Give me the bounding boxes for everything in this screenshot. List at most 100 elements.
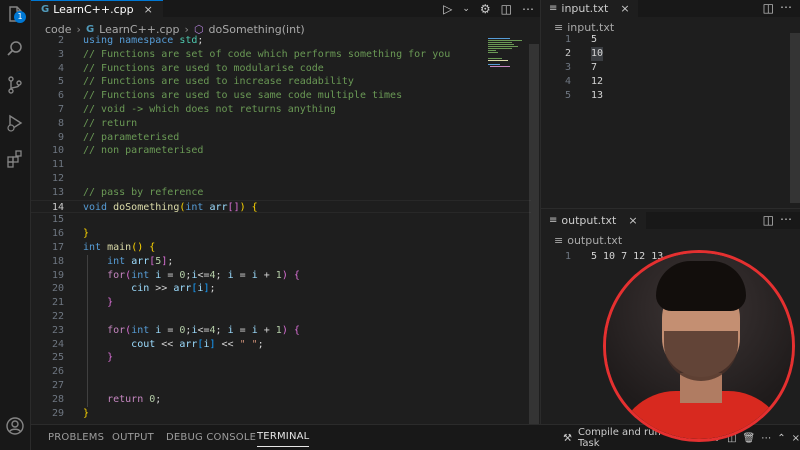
code-text: using namespace std; — [83, 35, 204, 46]
close-icon[interactable]: × — [792, 433, 800, 444]
run-icon[interactable]: ▷ — [443, 2, 452, 16]
code-text: for(int i = 0;i<=4; i = i + 1) { — [107, 269, 300, 281]
split-editor-icon[interactable]: ◫ — [501, 2, 512, 16]
code-line[interactable]: 22 — [31, 310, 531, 324]
text-file-icon: ≡ — [549, 215, 558, 226]
breadcrumb-file[interactable]: output.txt — [567, 234, 622, 247]
code-line[interactable]: 18 int arr[5]; — [31, 255, 531, 269]
code-line[interactable]: 5 // Functions are used to increase reada… — [31, 75, 531, 89]
source-control-badge: 1 — [14, 11, 26, 23]
code-line[interactable]: 9 // parameterised — [31, 131, 531, 145]
line-number: 27 — [51, 380, 64, 391]
line-number: 5 — [564, 90, 571, 101]
code-editor[interactable]: 2 using namespace std; 3 // Functions are s… — [31, 34, 531, 424]
tab-debug-console[interactable]: DEBUG CONSOLE — [166, 425, 256, 450]
code-line[interactable]: 15 — [31, 213, 531, 227]
more-actions-icon[interactable]: ⋯ — [522, 2, 534, 16]
line-number: 12 — [51, 173, 64, 184]
editor-scrollbar[interactable] — [529, 44, 539, 424]
chevron-down-icon[interactable]: ⌄ — [462, 4, 470, 14]
tab-problems[interactable]: PROBLEMS — [48, 425, 104, 450]
code-line[interactable]: 2 using namespace std; — [31, 34, 531, 48]
close-icon[interactable]: × — [144, 3, 153, 16]
code-line[interactable]: 3 // Functions are set of code which perf… — [31, 48, 531, 62]
gear-icon[interactable]: ⚙ — [480, 2, 491, 16]
line-number: 11 — [51, 159, 64, 171]
more-actions-icon[interactable]: ⋯ — [780, 0, 792, 14]
code-line[interactable]: 21 } — [31, 296, 531, 310]
minimap[interactable] — [484, 34, 524, 74]
code-line[interactable]: 27 — [31, 379, 531, 393]
code-line[interactable]: 11 — [31, 158, 531, 172]
line-number: 5 — [57, 76, 64, 88]
tab-output-txt[interactable]: ≡ output.txt × — [541, 212, 646, 229]
line-number: 15 — [51, 214, 64, 226]
code-line[interactable]: 26 — [31, 365, 531, 379]
text-line[interactable]: 2 10 — [541, 47, 781, 61]
channel-logo: TUF — [766, 417, 790, 430]
input-tab-bar: ≡ input.txt × ◫ ⋯ — [541, 0, 800, 17]
code-line[interactable]: 17 int main() { — [31, 241, 531, 255]
code-text: } — [83, 228, 90, 240]
code-line[interactable]: 4 // Functions are used to modularise cod… — [31, 62, 531, 76]
code-line[interactable]: 29} — [31, 407, 531, 421]
code-line[interactable]: 13 // pass by reference — [31, 186, 531, 200]
line-text: 7 — [591, 62, 598, 73]
tab-terminal[interactable]: TERMINAL — [257, 425, 310, 447]
presenter-hair — [656, 261, 746, 311]
more-actions-icon[interactable]: ⋯ — [780, 212, 792, 226]
pane-divider[interactable] — [541, 208, 800, 209]
code-text: // non parameterised — [83, 145, 204, 157]
close-icon[interactable]: × — [628, 214, 637, 227]
tab-label: output.txt — [561, 214, 617, 227]
activity-bar: 1 — [0, 0, 31, 450]
code-line[interactable]: 16} — [31, 227, 531, 241]
line-number: 29 — [51, 407, 64, 419]
code-line[interactable]: 14 void doSomething(int arr[]) { — [31, 199, 531, 214]
search-icon[interactable] — [4, 38, 26, 60]
line-number: 8 — [57, 117, 64, 129]
code-line[interactable]: 7 // void -> which does not returns anyth… — [31, 103, 531, 117]
line-number: 2 — [57, 35, 64, 46]
source-control-icon[interactable] — [4, 74, 26, 96]
account-icon[interactable] — [4, 415, 26, 437]
code-text: // void -> which does not returns anythi… — [83, 104, 336, 115]
line-number: 19 — [51, 269, 64, 281]
tab-learncpp[interactable]: G LearnC++.cpp × — [31, 0, 163, 17]
input-scrollbar[interactable] — [790, 33, 800, 203]
cpp-file-icon: G — [41, 3, 50, 15]
code-line[interactable]: 6 // Functions are used to use same code … — [31, 89, 531, 103]
close-icon[interactable]: × — [620, 2, 629, 15]
text-line[interactable]: 37 — [541, 61, 781, 75]
line-number: 1 — [564, 34, 571, 45]
tab-input-txt[interactable]: ≡ input.txt × — [541, 0, 638, 17]
text-line[interactable]: 5 13 — [541, 89, 781, 103]
code-text: return 0; — [107, 393, 162, 405]
code-text: // return — [83, 117, 138, 129]
output-breadcrumb: ≡ output.txt — [554, 234, 622, 247]
text-line[interactable]: 15 — [541, 33, 781, 47]
tools-icon: ⚒ — [563, 432, 572, 444]
code-line[interactable]: 23 for(int i = 0;i<=4; i = i + 1) { — [31, 324, 531, 338]
code-line[interactable]: 28 return 0; — [31, 393, 531, 407]
line-number: 1 — [564, 251, 571, 262]
code-line[interactable]: 12 — [31, 172, 531, 186]
tab-output[interactable]: OUTPUT — [112, 425, 154, 450]
run-debug-icon[interactable] — [4, 112, 26, 134]
code-line[interactable]: 20 cin >> arr[i]; — [31, 282, 531, 296]
code-line[interactable]: 19 for(int i = 0;i<=4; i = i + 1) { — [31, 269, 531, 283]
line-number: 10 — [51, 145, 64, 157]
code-text: // parameterised — [83, 131, 180, 143]
indent-guide — [87, 254, 88, 407]
line-number: 4 — [564, 76, 571, 87]
code-line[interactable]: 25 } — [31, 351, 531, 365]
text-line[interactable]: 4 12 — [541, 75, 781, 89]
code-line[interactable]: 8 // return — [31, 117, 531, 131]
text-file-icon: ≡ — [549, 3, 558, 14]
cpp-file-icon: G — [85, 23, 95, 35]
split-editor-icon[interactable]: ◫ — [763, 1, 774, 15]
split-editor-icon[interactable]: ◫ — [763, 213, 774, 227]
extensions-icon[interactable] — [4, 148, 26, 170]
code-line[interactable]: 24 cout << arr[i] << " "; — [31, 338, 531, 352]
code-line[interactable]: 10 // non parameterised — [31, 144, 531, 158]
